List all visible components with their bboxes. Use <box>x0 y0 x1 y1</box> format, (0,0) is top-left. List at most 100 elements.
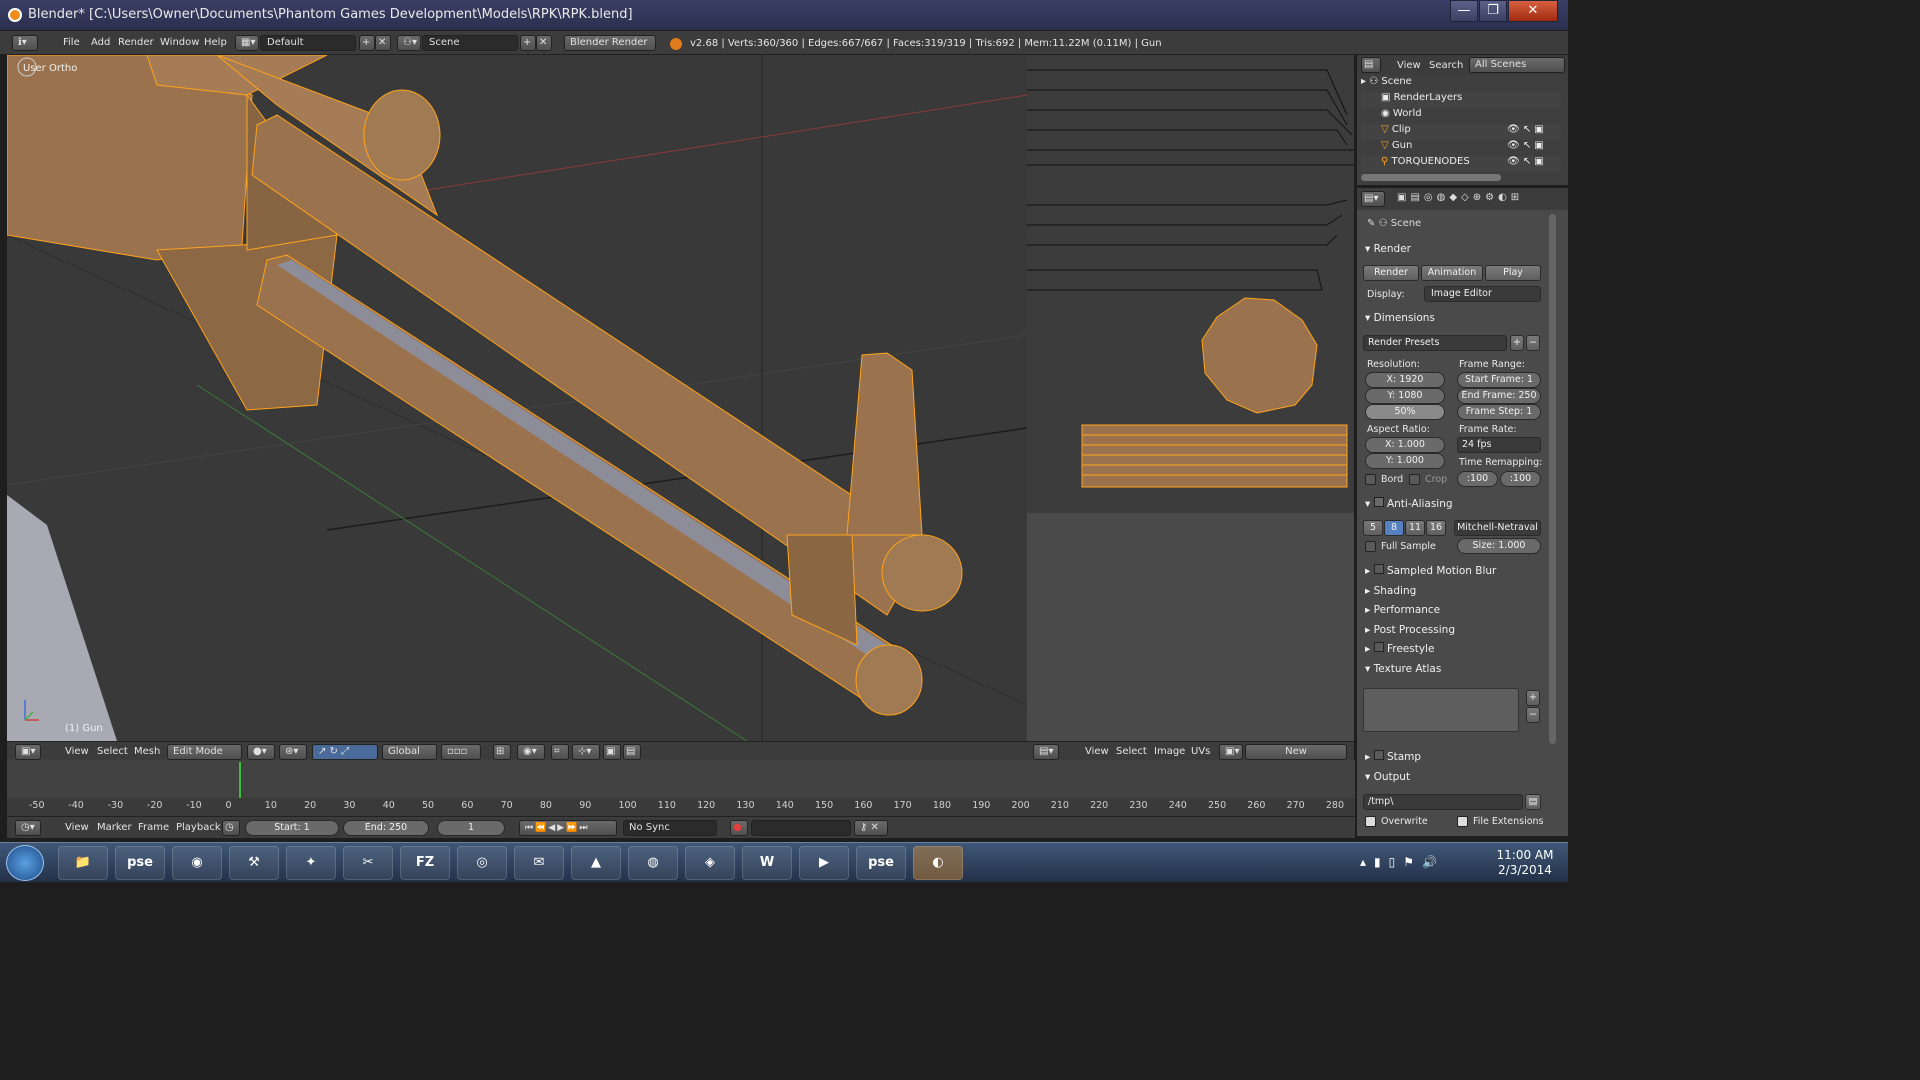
uv-menu-select[interactable]: Select <box>1116 746 1147 757</box>
taskbar-app-pse-icon[interactable]: pse <box>856 846 906 880</box>
taskbar-app-pse-icon[interactable]: pse <box>115 846 165 880</box>
menu-select[interactable]: Select <box>97 746 128 757</box>
freestyle-checkbox[interactable] <box>1373 642 1384 652</box>
current-frame-marker[interactable] <box>239 762 241 798</box>
maximize-button[interactable]: ❐ <box>1479 0 1507 22</box>
occlude-icon[interactable]: ⊞ <box>493 744 511 760</box>
remove-atlas-icon[interactable]: − <box>1526 707 1540 723</box>
current-frame-field[interactable]: 1 <box>437 820 505 836</box>
play-button[interactable]: Play <box>1485 265 1541 281</box>
image-browse-icon[interactable]: ▣▾ <box>1219 744 1243 760</box>
keying-set-field[interactable] <box>751 820 851 836</box>
frame-rate-select[interactable]: 24 fps <box>1457 437 1541 453</box>
panel-antialiasing-header[interactable]: ▾ Anti-Aliasing <box>1361 495 1543 513</box>
camera-icon[interactable]: ▤ <box>623 744 641 760</box>
remove-scene-icon[interactable]: ✕ <box>536 35 552 51</box>
output-path-field[interactable]: /tmp\ <box>1363 794 1523 810</box>
orientation-select[interactable]: Global <box>382 744 437 760</box>
scene-icon[interactable]: ⚇▾ <box>397 35 421 51</box>
timeline-menu-marker[interactable]: Marker <box>97 822 132 833</box>
menu-file[interactable]: File <box>63 37 80 48</box>
remove-preset-icon[interactable]: − <box>1526 335 1540 351</box>
snap-element-icon[interactable]: ⊹▾ <box>572 744 600 760</box>
aa-samples-11[interactable]: 11 <box>1405 520 1425 536</box>
taskbar-app-snip-icon[interactable]: ✂ <box>343 846 393 880</box>
minimize-button[interactable]: — <box>1450 0 1478 22</box>
panel-output-header[interactable]: ▾ Output <box>1361 768 1543 786</box>
menu-add[interactable]: Add <box>91 37 110 48</box>
taskbar-app-unity-icon[interactable]: ◈ <box>685 846 735 880</box>
resolution-y-field[interactable]: Y: 1080 <box>1365 388 1445 404</box>
file-extensions-checkbox[interactable] <box>1457 816 1468 827</box>
panel-dimensions-header[interactable]: ▾ Dimensions <box>1361 309 1543 327</box>
manipulator-icons[interactable]: ↗ ↻ ⤢ <box>312 744 378 760</box>
aspect-y-field[interactable]: Y: 1.000 <box>1365 453 1445 469</box>
panel-shading-header[interactable]: ▸ Shading <box>1361 582 1543 600</box>
system-clock[interactable]: 11:00 AM 2/3/2014 <box>1490 848 1560 878</box>
file-browse-icon[interactable]: ▤ <box>1525 794 1541 810</box>
add-scene-icon[interactable]: + <box>520 35 536 51</box>
menu-window[interactable]: Window <box>160 37 199 48</box>
overwrite-checkbox[interactable] <box>1365 816 1376 827</box>
aspect-x-field[interactable]: X: 1.000 <box>1365 437 1445 453</box>
outliner-item-world[interactable]: ◉ World <box>1361 108 1561 124</box>
taskbar-app-steam-icon[interactable]: ◍ <box>628 846 678 880</box>
editor-type-info-icon[interactable]: ℹ▾ <box>12 35 38 51</box>
panel-motion-blur-header[interactable]: ▸ Sampled Motion Blur <box>1361 562 1543 580</box>
panel-stamp-header[interactable]: ▸ Stamp <box>1361 748 1543 766</box>
add-layout-icon[interactable]: + <box>359 35 375 51</box>
resolution-percentage-field[interactable]: 50% <box>1365 404 1445 420</box>
close-button[interactable]: ✕ <box>1508 0 1558 22</box>
display-select[interactable]: Image Editor <box>1424 286 1541 302</box>
mode-select[interactable]: Edit Mode <box>167 744 242 760</box>
render-engine-select[interactable]: Blender Render <box>564 35 656 51</box>
aa-samples-8[interactable]: 8 <box>1384 520 1404 536</box>
scene-field[interactable]: Scene <box>422 35 518 51</box>
add-preset-icon[interactable]: + <box>1510 335 1524 351</box>
playback-controls-icons[interactable]: ⏮⏪◀▶⏩⏭ <box>519 820 617 836</box>
menu-view[interactable]: View <box>65 746 89 757</box>
aa-filter-select[interactable]: Mitchell-Netraval <box>1454 520 1541 536</box>
proportional-edit-icon[interactable]: ◉▾ <box>517 744 545 760</box>
screen-layout-icon[interactable]: ▦▾ <box>235 35 259 51</box>
taskbar-app-adobe-icon[interactable]: ▲ <box>571 846 621 880</box>
menu-mesh[interactable]: Mesh <box>134 746 160 757</box>
editor-type-properties-icon[interactable]: ▤▾ <box>1361 191 1385 207</box>
taskbar-app-player-icon[interactable]: ▶ <box>799 846 849 880</box>
menu-render[interactable]: Render <box>118 37 154 48</box>
end-frame-field[interactable]: End Frame: 250 <box>1457 388 1541 404</box>
start-field[interactable]: Start: 1 <box>245 820 339 836</box>
shading-select-icon[interactable]: ●▾ <box>247 744 275 760</box>
editor-type-timeline-icon[interactable]: ◷▾ <box>15 820 41 836</box>
render-preview-icon[interactable]: ▣ <box>603 744 621 760</box>
outliner-filter-select[interactable]: All Scenes <box>1469 57 1565 73</box>
crop-checkbox[interactable] <box>1409 474 1420 485</box>
visibility-icons[interactable]: 👁 ↖ ▣ <box>1507 140 1544 151</box>
uv-menu-image[interactable]: Image <box>1154 746 1185 757</box>
visibility-icons[interactable]: 👁 ↖ ▣ <box>1507 156 1544 167</box>
record-icon[interactable]: ● <box>730 820 748 836</box>
antialiasing-checkbox[interactable] <box>1373 497 1384 507</box>
taskbar-app-explorer-icon[interactable]: 📁 <box>58 846 108 880</box>
taskbar-app-chrome-icon[interactable]: ◎ <box>457 846 507 880</box>
outliner-item-gun[interactable]: ▽ Gun 👁 ↖ ▣ <box>1361 140 1561 156</box>
taskbar-app-blender-icon[interactable]: ◐ <box>913 846 963 880</box>
pin-icon[interactable]: ✎ <box>1367 218 1379 229</box>
taskbar-app-hammer-icon[interactable]: ⚒ <box>229 846 279 880</box>
resolution-x-field[interactable]: X: 1920 <box>1365 372 1445 388</box>
aa-samples-16[interactable]: 16 <box>1426 520 1446 536</box>
taskbar-app-thunderbird-icon[interactable]: ✉ <box>514 846 564 880</box>
screen-layout-field[interactable]: Default <box>260 35 356 51</box>
system-tray-icons[interactable]: ▴▮▯⚑🔊 <box>1360 855 1445 869</box>
aa-size-field[interactable]: Size: 1.000 <box>1457 538 1541 554</box>
panel-texture-atlas-header[interactable]: ▾ Texture Atlas <box>1361 660 1543 678</box>
outliner-item-renderlayers[interactable]: ▣ RenderLayers <box>1361 92 1561 108</box>
start-frame-field[interactable]: Start Frame: 1 <box>1457 372 1541 388</box>
end-field[interactable]: End: 250 <box>343 820 429 836</box>
editor-type-3d-icon[interactable]: ▣▾ <box>15 744 41 760</box>
preview-range-icon[interactable]: ◷ <box>222 820 240 836</box>
outliner-item-torquenodes[interactable]: ⚲ TORQUENODES 👁 ↖ ▣ <box>1361 156 1561 172</box>
outliner-menu-view[interactable]: View <box>1397 60 1421 71</box>
timeline[interactable]: -50 -40 -30 -20 -10 0 10 20 30 40 50 60 70 80 90 100 110… <box>7 760 1355 838</box>
taskbar-app-word-icon[interactable]: W <box>742 846 792 880</box>
